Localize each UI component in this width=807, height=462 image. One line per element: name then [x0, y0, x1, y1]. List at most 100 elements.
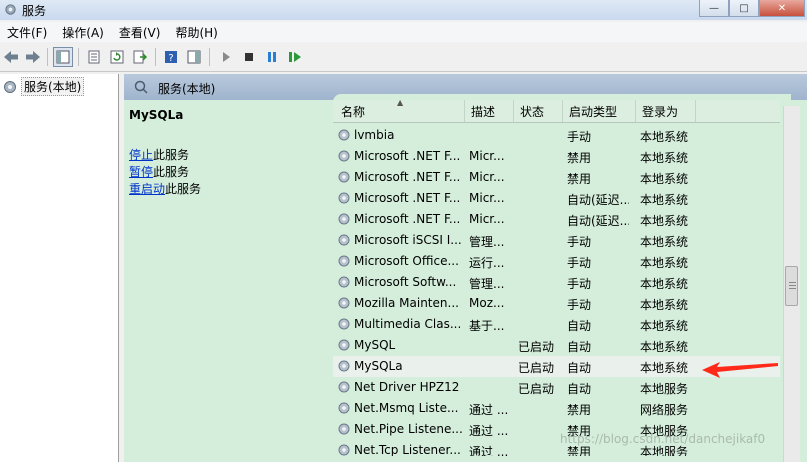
column-header-log-on-as[interactable]: 登录为: [642, 103, 678, 121]
service-name-cell: Microsoft iSCSI I...: [354, 233, 462, 247]
column-header-name[interactable]: 名称: [341, 103, 365, 121]
restart-link-suffix: 此服务: [165, 182, 202, 196]
thumb-grip: [789, 285, 796, 286]
service-startup-type-cell: 自动: [567, 340, 592, 354]
service-name-cell: Microsoft Office...: [354, 254, 459, 268]
service-description-cell: 通过 ...: [469, 403, 509, 417]
column-divider[interactable]: [513, 100, 514, 122]
service-gear-icon: [338, 381, 350, 393]
services-main-pane: MySQLa 停止此服务 暂停此服务 重启动此服务 名称 ▲ 描述 状态 启动类…: [124, 94, 807, 462]
service-gear-icon: [338, 234, 350, 246]
service-row[interactable]: Microsoft .NET F... Micr... 自动(延迟... 本地系统: [333, 209, 780, 230]
restart-service-button[interactable]: [285, 47, 305, 67]
service-startup-type-cell: 手动: [567, 256, 592, 270]
service-log-on-as-cell: 本地系统: [640, 298, 689, 312]
service-description-cell: Moz...: [469, 296, 505, 310]
service-gear-icon: [338, 192, 350, 204]
service-log-on-as-cell: 本地系统: [640, 151, 689, 165]
export-list-button[interactable]: [130, 47, 150, 67]
services-list: 名称 ▲ 描述 状态 启动类型 登录为 lvmbia 手动 本地系统 Microsof…: [333, 100, 780, 456]
service-row[interactable]: Mozilla Mainten... Moz... 手动 本地系统: [333, 293, 780, 314]
service-row[interactable]: Multimedia Clas... 基于... 自动 本地系统: [333, 314, 780, 335]
service-name-cell: Microsoft .NET F...: [354, 191, 461, 205]
stop-icon: [245, 53, 253, 61]
column-header-status[interactable]: 状态: [520, 103, 544, 121]
scrollbar-thumb[interactable]: [785, 266, 798, 306]
column-header-startup-type[interactable]: 启动类型: [569, 103, 617, 121]
menu-view[interactable]: 查看(V): [112, 22, 169, 42]
pause-link[interactable]: 暂停: [129, 165, 153, 179]
close-button[interactable]: ✕: [759, 0, 805, 17]
stop-link[interactable]: 停止: [129, 148, 153, 162]
service-name-cell: Microsoft .NET F...: [354, 212, 461, 226]
refresh-button[interactable]: [107, 47, 127, 67]
minimize-button[interactable]: —: [699, 0, 729, 17]
restart-service-action: 重启动此服务: [129, 180, 201, 197]
red-annotation-arrow: [702, 362, 778, 378]
menu-file[interactable]: 文件(F): [0, 22, 55, 42]
menu-action[interactable]: 操作(A): [55, 22, 112, 42]
service-log-on-as-cell: 本地系统: [640, 319, 689, 333]
service-name-cell: Net.Msmq Liste...: [354, 401, 459, 415]
column-header-row: 名称 ▲ 描述 状态 启动类型 登录为: [333, 100, 780, 123]
properties-button[interactable]: [84, 47, 104, 67]
restart-icon: [289, 52, 301, 62]
service-description-cell: Micr...: [469, 191, 505, 205]
maximize-button[interactable]: □: [729, 0, 759, 17]
service-log-on-as-cell: 本地系统: [640, 361, 689, 375]
start-service-button[interactable]: [216, 47, 236, 67]
service-gear-icon: [338, 339, 350, 351]
service-startup-type-cell: 自动: [567, 382, 592, 396]
service-description-cell: 管理...: [469, 277, 505, 291]
service-row[interactable]: Microsoft Softw... 管理... 手动 本地系统: [333, 272, 780, 293]
service-row[interactable]: MySQL 已启动 自动 本地系统: [333, 335, 780, 356]
service-row[interactable]: Microsoft Office... 运行... 手动 本地系统: [333, 251, 780, 272]
service-description-cell: Micr...: [469, 149, 505, 163]
service-log-on-as-cell: 本地系统: [640, 172, 689, 186]
column-header-description[interactable]: 描述: [471, 103, 495, 121]
service-startup-type-cell: 禁用: [567, 403, 592, 417]
pause-service-button[interactable]: [262, 47, 282, 67]
sort-ascending-icon: ▲: [397, 100, 404, 107]
service-startup-type-cell: 禁用: [567, 151, 592, 165]
column-divider[interactable]: [562, 100, 563, 122]
column-divider[interactable]: [695, 100, 696, 122]
menu-help[interactable]: 帮助(H): [168, 22, 225, 42]
service-log-on-as-cell: 本地系统: [640, 214, 689, 228]
vertical-scrollbar[interactable]: [783, 106, 800, 462]
service-row[interactable]: Net Driver HPZ12 已启动 自动 本地服务: [333, 377, 780, 398]
help-button[interactable]: ?: [161, 47, 181, 67]
column-divider[interactable]: [635, 100, 636, 122]
title-bar: 服务 — □ ✕: [0, 0, 807, 20]
column-divider[interactable]: [464, 100, 465, 122]
toolbar-separator: [209, 48, 210, 66]
service-row[interactable]: Microsoft .NET F... Micr... 禁用 本地系统: [333, 167, 780, 188]
service-row[interactable]: Net.Msmq Liste... 通过 ... 禁用 网络服务: [333, 398, 780, 419]
service-row[interactable]: Microsoft .NET F... Micr... 禁用 本地系统: [333, 146, 780, 167]
thumb-grip: [789, 282, 796, 283]
tree-item-services-local[interactable]: 服务(本地): [2, 77, 85, 96]
service-row[interactable]: lvmbia 手动 本地系统: [333, 125, 780, 146]
service-startup-type-cell: 禁用: [567, 172, 592, 186]
service-gear-icon: [338, 444, 350, 456]
service-log-on-as-cell: 网络服务: [640, 403, 689, 417]
service-row[interactable]: Microsoft iSCSI I... 管理... 手动 本地系统: [333, 230, 780, 251]
tree-item-label: 服务(本地): [21, 77, 85, 96]
service-gear-icon: [338, 276, 350, 288]
restart-link[interactable]: 重启动: [129, 182, 165, 196]
show-hide-tree-button[interactable]: [53, 47, 73, 67]
show-action-pane-button[interactable]: [184, 47, 204, 67]
toolbar: ?: [0, 43, 807, 72]
service-log-on-as-cell: 本地系统: [640, 193, 689, 207]
service-name-cell: lvmbia: [354, 128, 395, 142]
service-name-cell: Net.Pipe Listene...: [354, 422, 462, 436]
forward-button[interactable]: [23, 47, 43, 67]
service-row[interactable]: Microsoft .NET F... Micr... 自动(延迟... 本地系统: [333, 188, 780, 209]
back-button[interactable]: [1, 47, 21, 67]
stop-service-button[interactable]: [239, 47, 259, 67]
refresh-icon: [110, 50, 124, 64]
forward-arrow-icon: [26, 51, 40, 63]
service-status-cell: 已启动: [518, 361, 555, 375]
selected-service-name: MySQLa: [129, 108, 184, 122]
window-title: 服务: [22, 4, 47, 18]
